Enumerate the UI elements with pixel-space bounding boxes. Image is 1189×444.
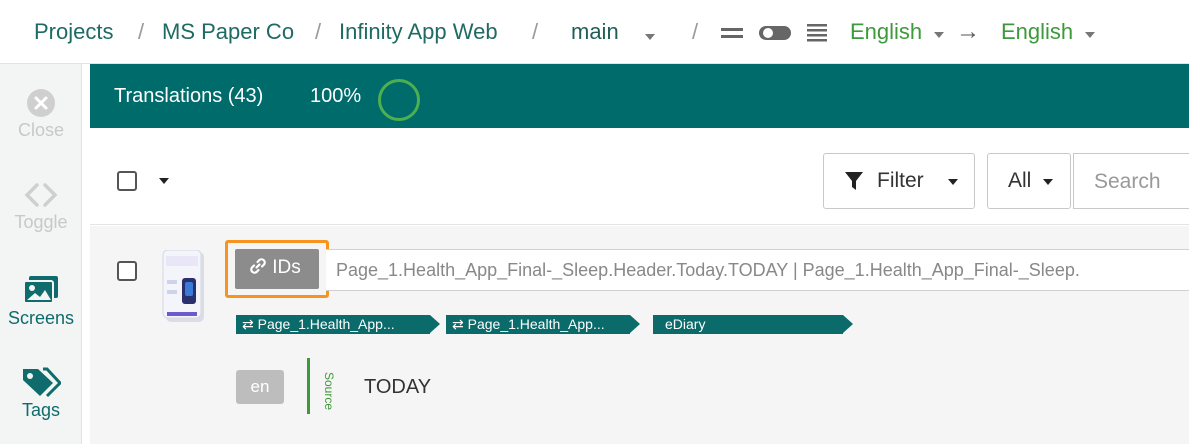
sidebar-item-label: Toggle — [14, 212, 68, 232]
sidebar-item-label: Screens — [7, 308, 75, 328]
scope-dropdown[interactable]: All — [987, 153, 1071, 209]
sidebar-item-toggle[interactable]: Toggle — [0, 180, 82, 233]
search-input[interactable]: Search — [1073, 153, 1189, 209]
tag-label: eDiary — [665, 316, 706, 332]
breadcrumb-separator: / — [315, 19, 322, 44]
ids-highlight: IDs — [225, 240, 329, 298]
sidebar-item-label: Close — [17, 120, 65, 140]
progress-ring — [378, 79, 420, 121]
source-language-selector[interactable]: English — [850, 19, 922, 45]
breadcrumb-organization[interactable]: MS Paper Co — [162, 19, 294, 45]
compact-list-icon[interactable] — [806, 22, 828, 44]
source-indicator-bar — [307, 358, 310, 414]
sync-icon: ⇄ — [452, 316, 464, 332]
sidebar: Close Toggle Screens Tags — [0, 64, 82, 444]
source-label: Source — [322, 371, 336, 411]
list-view-icon[interactable] — [720, 26, 744, 40]
translation-row[interactable]: IDs Page_1.Health_App_Final-_Sleep.Heade… — [90, 226, 1189, 444]
chevron-down-icon — [1043, 179, 1053, 185]
target-language-selector[interactable]: English — [1001, 19, 1073, 45]
filter-icon — [845, 172, 863, 190]
translations-count-title: Translations (43) — [114, 85, 264, 107]
key-ids-field[interactable]: Page_1.Health_App_Final-_Sleep.Header.To… — [326, 249, 1189, 291]
link-icon — [250, 258, 266, 274]
breadcrumb-project[interactable]: Infinity App Web — [339, 19, 498, 45]
ids-button[interactable]: IDs — [235, 249, 319, 289]
sidebar-item-label: Tags — [21, 400, 61, 420]
breadcrumb-separator: / — [692, 19, 699, 44]
language-code-badge: en — [236, 370, 284, 404]
toggle-switch-icon[interactable] — [758, 24, 794, 42]
tag-label: Page_1.Health_App... — [257, 316, 395, 332]
chevron-down-icon[interactable] — [159, 178, 169, 184]
translations-toolbar: Filter All Search — [90, 128, 1189, 225]
sidebar-item-tags[interactable]: Tags — [0, 366, 82, 421]
screen-thumbnail[interactable] — [162, 250, 206, 324]
sidebar-item-screens[interactable]: Screens — [0, 274, 82, 329]
progress-percentage: 100% — [310, 85, 362, 107]
ids-label: IDs — [272, 257, 301, 278]
chevron-down-icon — [948, 179, 958, 185]
breadcrumb-separator: / — [532, 19, 539, 44]
chevron-down-icon[interactable] — [934, 32, 944, 38]
scope-value: All — [1008, 169, 1032, 192]
code-brackets-icon — [24, 183, 58, 207]
translations-header: Translations (43) 100% — [90, 64, 1189, 128]
chevron-down-icon[interactable] — [1085, 32, 1095, 38]
chevron-down-icon[interactable] — [645, 34, 655, 40]
screen-tag[interactable]: ⇄ Page_1.Health_App... — [236, 315, 440, 334]
sync-icon: ⇄ — [242, 316, 254, 332]
source-text[interactable]: TODAY — [364, 376, 431, 399]
screen-tag[interactable]: ⇄ Page_1.Health_App... — [446, 315, 640, 334]
sidebar-item-close[interactable]: Close — [0, 88, 82, 141]
top-bar: Projects / MS Paper Co / Infinity App We… — [0, 0, 1189, 64]
images-icon — [23, 276, 58, 304]
breadcrumb-projects[interactable]: Projects — [34, 19, 113, 45]
breadcrumb-separator: / — [138, 19, 145, 44]
tag-label: Page_1.Health_App... — [467, 316, 605, 332]
tags-icon — [23, 367, 61, 398]
arrow-right-icon: → — [956, 18, 980, 45]
filter-label: Filter — [877, 169, 924, 192]
close-circle-icon — [27, 89, 55, 117]
tag-ediary[interactable]: eDiary — [653, 315, 853, 334]
filter-button[interactable]: Filter — [823, 153, 975, 209]
branch-selector[interactable]: main — [571, 19, 619, 45]
select-all-checkbox[interactable] — [117, 171, 137, 191]
row-checkbox[interactable] — [117, 261, 137, 281]
